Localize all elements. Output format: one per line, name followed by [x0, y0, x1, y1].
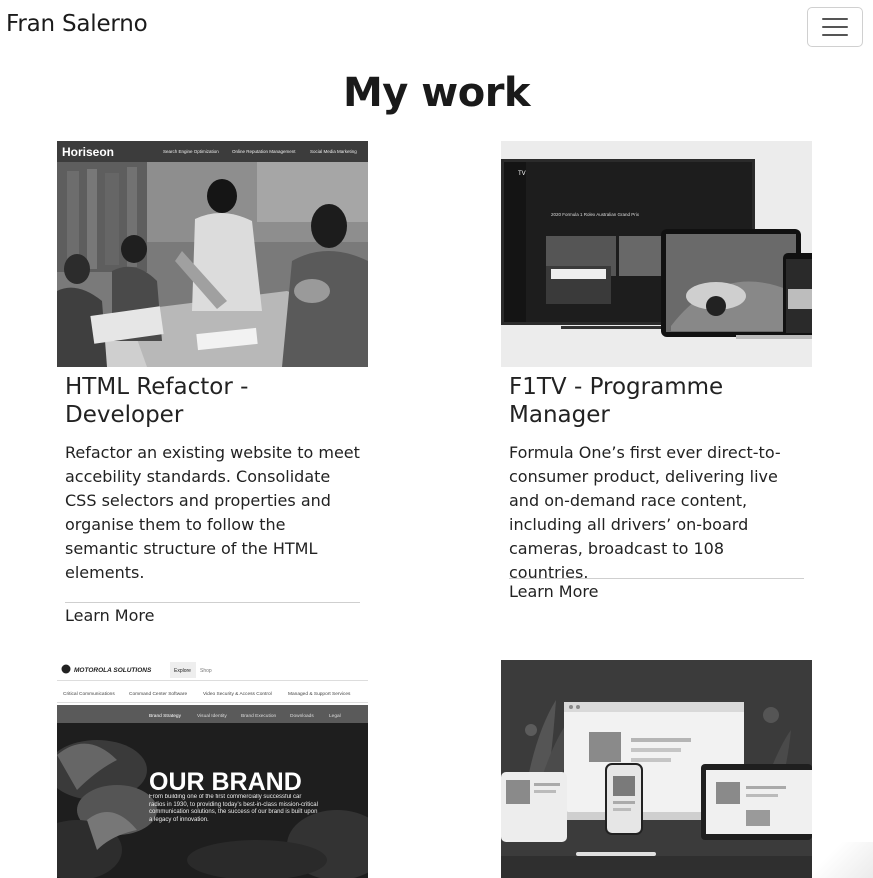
svg-text:2020 Formula 1 Rolex Australia: 2020 Formula 1 Rolex Australian Grand Pr… — [551, 212, 640, 217]
svg-text:Explore: Explore — [174, 668, 191, 674]
svg-text:Critical Communications: Critical Communications — [63, 691, 115, 697]
svg-text:Legal: Legal — [329, 713, 341, 719]
brand-link[interactable]: Fran Salerno — [6, 11, 148, 37]
svg-text:Video Security & Access Contro: Video Security & Access Control — [203, 691, 272, 697]
motorola-logo: MOTOROLA SOLUTIONS — [74, 667, 152, 674]
svg-text:Downloads: Downloads — [290, 713, 314, 719]
learn-more-link[interactable]: Learn More — [65, 606, 154, 625]
project-description: Refactor an existing website to meet acc… — [65, 443, 360, 582]
project-image-responsive-devices — [501, 660, 812, 878]
svg-text:Search Engine Optimization: Search Engine Optimization — [163, 149, 219, 154]
card-divider — [509, 578, 804, 579]
svg-text:Visual Identity: Visual Identity — [197, 713, 227, 719]
page-shadow — [812, 842, 873, 878]
hamburger-icon — [822, 18, 848, 20]
project-title: HTML Refactor - Developer — [65, 374, 249, 428]
navbar: Fran Salerno — [0, 0, 873, 54]
card-divider — [65, 602, 360, 603]
project-image-horiseon: Horiseon Search Engine Optimization Onli… — [57, 141, 368, 367]
svg-text:Command Center Software: Command Center Software — [129, 691, 187, 697]
svg-text:Brand Execution: Brand Execution — [241, 713, 277, 719]
horiseon-logo: Horiseon — [62, 145, 114, 159]
svg-text:Brand Strategy: Brand Strategy — [149, 713, 182, 719]
svg-text:Social Media Marketing: Social Media Marketing — [310, 149, 357, 154]
svg-text:Managed & Support Services: Managed & Support Services — [288, 691, 351, 697]
svg-text:Shop: Shop — [200, 668, 212, 674]
navbar-toggle-button[interactable] — [807, 7, 863, 47]
project-image-motorola-brand: MOTOROLA SOLUTIONS Explore Shop Critical… — [57, 660, 368, 878]
project-title: F1TV - Programme Manager — [509, 374, 724, 428]
svg-text:Online Reputation Management: Online Reputation Management — [232, 149, 296, 154]
f1tv-logo: TV — [518, 171, 526, 177]
learn-more-link[interactable]: Learn More — [509, 582, 598, 601]
page-title: My work — [342, 70, 531, 116]
our-brand-headline: OUR BRAND — [149, 768, 302, 796]
project-description: Formula One’s first ever direct-to-consu… — [509, 443, 781, 582]
project-image-f1tv: TV 2020 Formula 1 Rolex Australian Grand… — [501, 141, 812, 367]
